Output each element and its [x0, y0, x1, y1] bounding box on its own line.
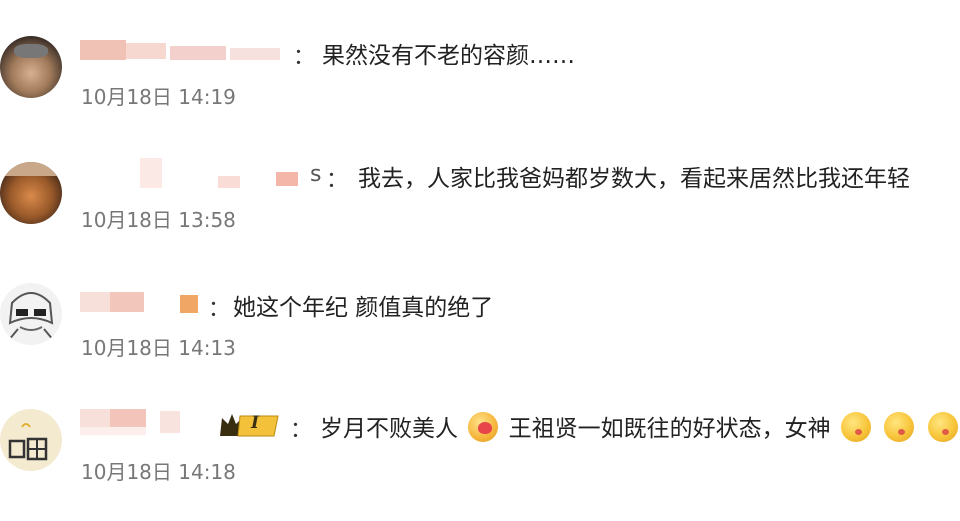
username-blurred[interactable]	[80, 40, 285, 62]
username-blurred[interactable]	[80, 409, 220, 437]
avatar[interactable]	[0, 409, 62, 471]
kiss-emoji-icon	[840, 412, 871, 442]
comment-text: 她这个年纪 颜值真的绝了	[233, 295, 494, 321]
avatar[interactable]	[0, 36, 62, 98]
colon: ：	[326, 168, 349, 193]
comment-1: ： 果然没有不老的容颜…… 10月18日 14:19	[0, 0, 960, 120]
kiss-heart-emoji-icon	[468, 412, 499, 442]
username-blurred[interactable]	[80, 156, 320, 190]
comment-time: 10月18日 14:18	[81, 460, 236, 484]
comment-2: s ： 我去，人家比我爸妈都岁数大，看起来居然比我还年轻 10月18日 13:5…	[0, 120, 960, 240]
avatar[interactable]	[0, 162, 62, 224]
cartoon-avatar-icon	[8, 423, 48, 461]
comment-time: 10月18日 13:58	[81, 208, 236, 232]
kiss-emoji-icon	[884, 412, 915, 442]
comment-text: 我去，人家比我爸妈都岁数大，看起来居然比我还年轻	[358, 166, 910, 192]
comment-text: 果然没有不老的容颜……	[322, 43, 575, 69]
avatar[interactable]	[0, 283, 62, 345]
kiss-emoji-icon	[927, 412, 958, 442]
comment-4: I ： 岁月不败美人 王祖贤一如既往的好状态，女神 10月18日 14:18	[0, 394, 960, 514]
username-blurred[interactable]	[80, 292, 200, 314]
sketch-avatar-icon	[7, 292, 55, 342]
comment-text-part2: 王祖贤一如既往的好状态，女神	[508, 416, 831, 442]
comment-text-part1: 岁月不败美人	[320, 416, 458, 442]
colon: ：	[208, 297, 231, 322]
vip-badge-label: I	[251, 413, 259, 433]
colon: ：	[290, 418, 313, 443]
username-suffix[interactable]: s	[310, 162, 321, 187]
comment-3: ： 她这个年纪 颜值真的绝了 10月18日 14:13	[0, 262, 960, 382]
comment-time: 10月18日 14:13	[81, 336, 236, 360]
comment-time: 10月18日 14:19	[81, 85, 236, 109]
colon: ：	[293, 45, 316, 70]
comment-text: 岁月不败美人 王祖贤一如既往的好状态，女神	[320, 409, 960, 443]
vip-badge-icon[interactable]	[218, 412, 282, 438]
